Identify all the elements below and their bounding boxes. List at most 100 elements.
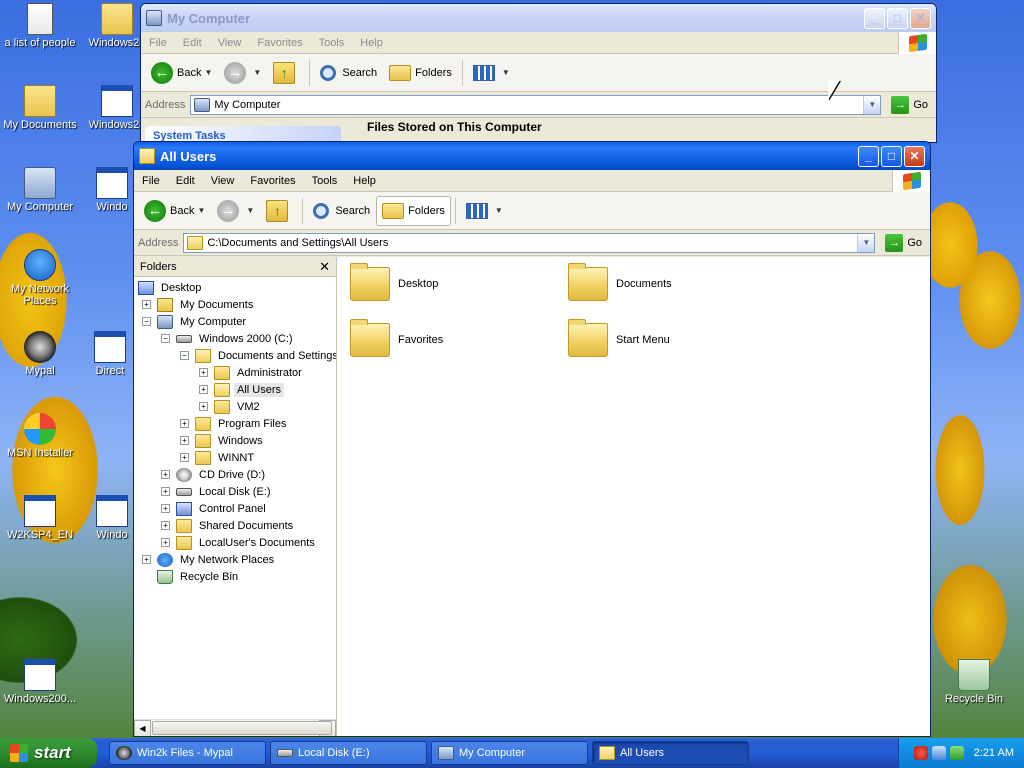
taskbar-button-my-computer[interactable]: My Computer [431,741,588,765]
minimize-button[interactable]: _ [864,7,885,29]
back-button[interactable]: ← Back ▼ [138,196,211,226]
desktop-icon-w2ksp4[interactable]: W2KSP4_EN [0,495,80,541]
close-button[interactable]: ✕ [904,145,925,167]
expand-icon[interactable]: + [180,436,189,445]
maximize-button[interactable]: □ [881,145,902,167]
address-input[interactable]: My Computer ▼ [190,94,882,115]
search-button[interactable]: Search [314,58,383,88]
title-bar[interactable]: All Users _ □ ✕ [134,142,930,170]
expand-icon[interactable]: + [161,504,170,513]
minimize-button[interactable]: _ [858,145,879,167]
tree-item-my-network-places[interactable]: + My Network Places [142,551,277,568]
close-button[interactable]: ✕ [910,7,931,29]
folders-button[interactable]: Folders [383,58,458,88]
menu-edit[interactable]: Edit [175,37,210,49]
menu-edit[interactable]: Edit [168,175,203,187]
title-bar[interactable]: My Computer _ □ ✕ [141,4,936,32]
security-shield-icon[interactable] [913,746,928,760]
tree-item-shared-documents[interactable]: + Shared Documents [161,517,296,534]
scroll-left-icon[interactable]: ◀ [134,720,151,736]
views-button[interactable]: ▼ [460,196,509,226]
folders-button[interactable]: Folders [376,195,451,226]
collapse-icon[interactable]: − [161,334,170,343]
tree-item-recycle-bin[interactable]: Recycle Bin [142,568,241,585]
chevron-down-icon[interactable]: ▼ [204,68,212,77]
desktop-icon-recycle-bin[interactable]: Recycle Bin [934,659,1014,705]
collapse-icon[interactable]: − [180,351,189,360]
forward-button[interactable]: → ▼ [211,196,260,226]
chevron-down-icon[interactable]: ▼ [863,95,881,114]
taskbar-button-all-users[interactable]: All Users [592,741,749,765]
expand-icon[interactable]: + [142,555,151,564]
tree-item-documents-and-settings[interactable]: − Documents and Settings [180,347,336,364]
collapse-icon[interactable]: − [142,317,151,326]
start-button[interactable]: start [0,738,97,768]
tree-item-cd-drive-d[interactable]: + CD Drive (D:) [161,466,268,483]
folder-item-start-menu[interactable]: Start Menu [568,319,670,357]
menu-favorites[interactable]: Favorites [242,175,303,187]
expand-icon[interactable]: + [180,453,189,462]
folder-item-favorites[interactable]: Favorites [350,319,443,357]
my-computer-window[interactable]: My Computer _ □ ✕ File Edit View Favorit… [140,3,937,143]
chevron-down-icon[interactable]: ▼ [857,233,875,252]
expand-icon[interactable]: + [199,402,208,411]
up-button[interactable]: ↑ [260,196,298,226]
chevron-down-icon[interactable]: ▼ [197,206,205,215]
forward-button[interactable]: → ▼ [218,58,267,88]
tree-item-localusers-documents[interactable]: + LocalUser's Documents [161,534,318,551]
menu-help[interactable]: Help [345,175,384,187]
expand-icon[interactable]: + [180,419,189,428]
folder-item-desktop[interactable]: Desktop [350,263,438,301]
menu-help[interactable]: Help [352,37,391,49]
menu-file[interactable]: File [134,175,168,187]
clock[interactable]: 2:21 AM [974,747,1014,759]
menu-view[interactable]: View [210,37,250,49]
expand-icon[interactable]: + [142,300,151,309]
expand-icon[interactable]: + [199,368,208,377]
tree-item-desktop[interactable]: Desktop [138,279,204,296]
menu-favorites[interactable]: Favorites [249,37,310,49]
folder-item-documents[interactable]: Documents [568,263,672,301]
expand-icon[interactable]: + [199,385,208,394]
desktop-icon-mypal[interactable]: Mypal [0,331,80,377]
menu-tools[interactable]: Tools [304,175,346,187]
taskbar-button-mypal[interactable]: Win2k Files - Mypal [109,741,266,765]
menu-tools[interactable]: Tools [311,37,353,49]
tree-item-all-users[interactable]: + All Users [199,381,285,398]
menu-view[interactable]: View [203,175,243,187]
taskbar-button-local-disk[interactable]: Local Disk (E:) [270,741,427,765]
go-button[interactable]: → Go [887,95,932,114]
chevron-down-icon[interactable]: ▼ [246,206,254,215]
chevron-down-icon[interactable]: ▼ [253,68,261,77]
search-button[interactable]: Search [307,196,376,226]
maximize-button[interactable]: □ [887,7,908,29]
expand-icon[interactable]: + [161,521,170,530]
menu-file[interactable]: File [141,37,175,49]
tree-item-my-documents[interactable]: + My Documents [142,296,256,313]
desktop-icon-windows200[interactable]: Windows200... [0,659,80,705]
desktop-icon-network-places[interactable]: My Network Places [0,249,80,307]
go-button[interactable]: → Go [881,233,926,252]
expand-icon[interactable]: + [161,487,170,496]
tree-item-vm2[interactable]: + VM2 [199,398,263,415]
tree-item-program-files[interactable]: + Program Files [180,415,289,432]
tree-item-winnt[interactable]: + WINNT [180,449,257,466]
tree-item-administrator[interactable]: + Administrator [199,364,305,381]
views-button[interactable]: ▼ [467,58,516,88]
all-users-window[interactable]: All Users _ □ ✕ File Edit View Favorites… [133,141,931,737]
desktop-icon-msn-installer[interactable]: MSN Installer [0,413,80,459]
back-button[interactable]: ← Back ▼ [145,58,218,88]
scrollbar-thumb[interactable] [152,721,332,735]
desktop-icon-my-documents[interactable]: My Documents [0,85,80,131]
tree-item-windows-2000-c[interactable]: − Windows 2000 (C:) [161,330,296,347]
desktop-icon-list-of-people[interactable]: a list of people [0,3,80,49]
horizontal-scrollbar[interactable]: ◀ ▶ [134,719,336,736]
msn-tray-icon[interactable] [949,746,964,760]
tree-item-control-panel[interactable]: + Control Panel [161,500,269,517]
network-icon[interactable] [931,746,946,760]
expand-icon[interactable]: + [161,538,170,547]
up-button[interactable]: ↑ [267,58,305,88]
tree-item-local-disk-e[interactable]: + Local Disk (E:) [161,483,274,500]
tree-item-windows[interactable]: + Windows [180,432,266,449]
tree-item-my-computer[interactable]: − My Computer [142,313,249,330]
